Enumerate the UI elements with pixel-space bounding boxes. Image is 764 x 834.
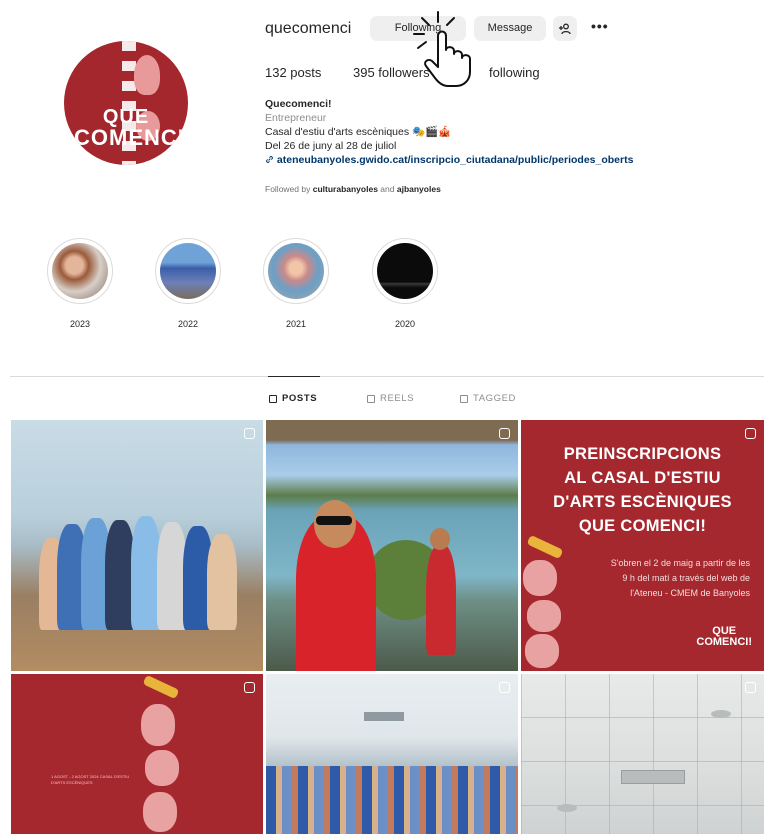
highlight-label: 2023 bbox=[69, 319, 91, 329]
highlight-cover bbox=[160, 243, 216, 299]
post-5-group-photo[interactable] bbox=[266, 674, 518, 834]
tab-posts[interactable]: POSTS bbox=[269, 393, 317, 404]
mask-illustration bbox=[145, 750, 179, 786]
highlight-2023[interactable]: 2023 bbox=[47, 238, 113, 329]
highlight-2022[interactable]: 2022 bbox=[155, 238, 221, 329]
mask-illustration bbox=[525, 634, 559, 668]
mask-illustration bbox=[527, 600, 561, 632]
more-options-icon[interactable]: ••• bbox=[591, 18, 609, 34]
suggest-users-button[interactable] bbox=[553, 16, 577, 41]
post-3-desc-line-2: 9 h del matí a través del web de bbox=[622, 573, 750, 583]
post-3-desc-line-1: S'obren el 2 de maig a partir de les bbox=[610, 558, 750, 568]
multiple-images-icon bbox=[244, 428, 255, 439]
post-3-brand-line-2: COMENCI! bbox=[696, 636, 752, 648]
bio-name: Quecomenci! bbox=[265, 98, 332, 110]
tabs-divider bbox=[10, 376, 764, 377]
highlight-label: 2022 bbox=[177, 319, 199, 329]
tab-tagged[interactable]: TAGGED bbox=[460, 393, 516, 404]
active-tab-indicator bbox=[268, 376, 320, 377]
mask-illustration bbox=[143, 792, 177, 832]
highlight-2020[interactable]: 2020 bbox=[372, 238, 438, 329]
post-3-title-line-3: D'ARTS ESCÈNIQUES bbox=[553, 493, 732, 511]
followed-by[interactable]: Followed by culturabanyoles and ajbanyol… bbox=[265, 184, 441, 194]
highlight-label: 2021 bbox=[285, 319, 307, 329]
post-3-title-line-2: AL CASAL D'ESTIU bbox=[564, 469, 721, 487]
profile-avatar[interactable]: QUE COMENCI! bbox=[64, 41, 188, 165]
tab-reels[interactable]: REELS bbox=[367, 393, 414, 404]
profile-username: quecomenci bbox=[265, 20, 352, 37]
multiple-images-icon bbox=[499, 682, 510, 693]
bio-line-1: Casal d'estiu d'arts escèniques 🎭🎬🎪 bbox=[265, 126, 452, 138]
post-2-sunglasses bbox=[316, 516, 352, 525]
post-6-reel-ceiling[interactable] bbox=[521, 674, 764, 834]
post-2-person-2 bbox=[426, 545, 456, 655]
following-link[interactable]: following bbox=[489, 65, 540, 80]
post-3-title-line-1: PREINSCRIPCIONS bbox=[563, 445, 722, 463]
followed-by-user-2[interactable]: ajbanyoles bbox=[397, 184, 441, 194]
tagged-icon bbox=[460, 394, 468, 403]
post-5-crowd bbox=[266, 766, 518, 834]
highlight-ring bbox=[263, 238, 329, 304]
trumpet-illustration bbox=[142, 674, 180, 700]
ceiling-ac-unit bbox=[621, 770, 685, 784]
highlight-2021[interactable]: 2021 bbox=[263, 238, 329, 329]
person-plus-icon bbox=[559, 23, 571, 35]
mask-illustration bbox=[523, 560, 557, 596]
post-3-title: PREINSCRIPCIONS AL CASAL D'ESTIU D'ARTS … bbox=[521, 442, 764, 538]
grid-icon bbox=[269, 394, 277, 403]
followed-by-and: and bbox=[380, 184, 395, 194]
ceiling-lamp bbox=[557, 804, 577, 812]
post-3-desc-line-3: l'Ateneu - CMEM de Banyoles bbox=[630, 588, 750, 598]
tab-reels-label: REELS bbox=[380, 393, 415, 404]
bio-category: Entrepreneur bbox=[265, 112, 327, 124]
followers-link[interactable]: 395 followers bbox=[353, 65, 430, 80]
highlight-cover bbox=[268, 243, 324, 299]
avatar-logo-line1: QUE bbox=[102, 106, 150, 128]
avatar-logo-line2: COMENCI! bbox=[74, 125, 188, 150]
post-3-title-line-4: QUE COMENCI! bbox=[578, 517, 707, 535]
bio-line-2: Del 26 de juny al 28 de juliol bbox=[265, 140, 397, 152]
highlight-ring bbox=[372, 238, 438, 304]
post-2-face-2 bbox=[430, 528, 450, 550]
highlight-cover bbox=[52, 243, 108, 299]
highlight-label: 2020 bbox=[394, 319, 416, 329]
reels-icon bbox=[367, 394, 375, 403]
followed-by-user-1[interactable]: culturabanyoles bbox=[313, 184, 378, 194]
multiple-images-icon bbox=[745, 428, 756, 439]
link-icon bbox=[266, 156, 273, 163]
ceiling-lamp bbox=[711, 710, 731, 718]
highlight-ring bbox=[155, 238, 221, 304]
trumpet-illustration bbox=[526, 534, 564, 560]
reel-icon bbox=[745, 682, 756, 693]
post-3-description: S'obren el 2 de maig a partir de les 9 h… bbox=[570, 556, 750, 601]
avatar-mask-figure bbox=[134, 55, 160, 95]
mask-illustration bbox=[141, 704, 175, 746]
post-3-brand-logo: QUE COMENCI! bbox=[696, 626, 752, 648]
tab-tagged-label: TAGGED bbox=[473, 393, 517, 404]
post-1-crowd bbox=[39, 515, 239, 630]
bio-link-text[interactable]: ateneubanyoles.gwido.cat/inscripcio_ciut… bbox=[277, 154, 634, 166]
highlight-cover bbox=[377, 243, 433, 299]
multiple-images-icon bbox=[499, 428, 510, 439]
post-3-preinscriptions[interactable]: PREINSCRIPCIONS AL CASAL D'ESTIU D'ARTS … bbox=[521, 420, 764, 671]
avatar-logo: QUE COMENCI! bbox=[74, 106, 188, 150]
multiple-images-icon bbox=[244, 682, 255, 693]
bio-link[interactable]: ateneubanyoles.gwido.cat/inscripcio_ciut… bbox=[265, 153, 633, 167]
post-1-group-hug[interactable] bbox=[11, 420, 263, 671]
tab-posts-label: POSTS bbox=[282, 393, 318, 404]
profile-bio: Quecomenci! Entrepreneur Casal d'estiu d… bbox=[265, 97, 633, 167]
post-4-fine-print: 1 AGOST - 2 AGOST 2024 CASAL D'ESTIU D'A… bbox=[51, 774, 130, 785]
followed-by-prefix: Followed by bbox=[265, 184, 311, 194]
highlight-ring bbox=[47, 238, 113, 304]
post-5-ceiling-vent bbox=[364, 712, 404, 721]
post-2-lake-selfie[interactable] bbox=[266, 420, 518, 671]
post-4-poster[interactable]: 1 AGOST - 2 AGOST 2024 CASAL D'ESTIU D'A… bbox=[11, 674, 263, 834]
posts-count: 132 posts bbox=[265, 65, 322, 80]
